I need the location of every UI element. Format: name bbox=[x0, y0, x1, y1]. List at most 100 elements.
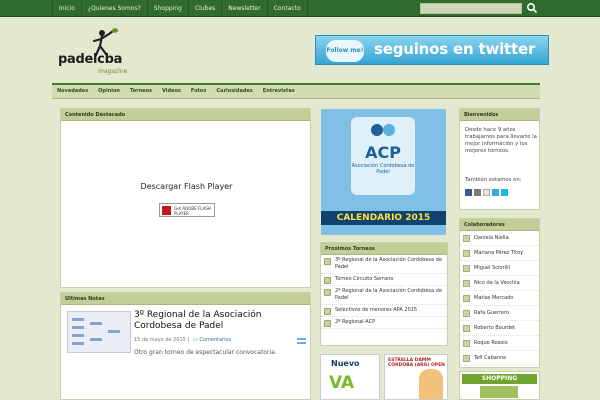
note-separator: | bbox=[187, 337, 190, 343]
calendar-icon bbox=[324, 308, 331, 315]
also-on-text: También estamos en: bbox=[465, 177, 522, 183]
collaborator-name: Nico de la Vecchia bbox=[474, 280, 520, 286]
collaborator-item[interactable]: Roberto Bourdet bbox=[460, 321, 539, 336]
topnav-contacto[interactable]: Contacto bbox=[268, 0, 308, 17]
tournament-label: 3º Regional de la Asociación Cordobesa d… bbox=[335, 257, 442, 270]
shopping-image bbox=[480, 386, 518, 398]
site-logo[interactable]: padelcba magazine bbox=[58, 28, 138, 76]
collaborator-item[interactable]: Miguel Sciorilli bbox=[460, 261, 539, 276]
acp-calendar-label: CALENDARIO 2015 bbox=[321, 211, 446, 225]
acp-calendar-banner[interactable]: ACP Asociación Cordobesa de Padel CALEND… bbox=[321, 109, 446, 235]
collaborator-item[interactable]: Tefi Cabanne bbox=[460, 351, 539, 366]
ad2-player-image bbox=[419, 369, 443, 399]
tournament-item[interactable]: Torneo Circuito Serrano bbox=[321, 274, 447, 286]
calendar-icon bbox=[324, 320, 331, 327]
search-icon bbox=[526, 2, 538, 14]
tournament-label: Torneo Circuito Serrano bbox=[335, 276, 394, 282]
top-nav: Inicio ¿Quienes Somos? Shopping Clubes N… bbox=[52, 0, 308, 17]
nav-videos[interactable]: Videos bbox=[157, 85, 186, 98]
nav-curiosidades[interactable]: Curiosidades bbox=[211, 85, 257, 98]
main-nav: Novedades Opinion Torneos Videos Fotos C… bbox=[52, 83, 540, 99]
tournament-label: 2º Regional de la Asociación Cordobesa d… bbox=[335, 288, 442, 301]
nav-opinion[interactable]: Opinion bbox=[93, 85, 125, 98]
topnav-inicio[interactable]: Inicio bbox=[52, 0, 82, 17]
collaborator-name: Matías Mercado bbox=[474, 295, 514, 301]
collaborators-panel: Colaboradores Daniela Niella Mariana Pér… bbox=[459, 218, 540, 368]
collaborator-name: Roque Roasio bbox=[474, 340, 508, 346]
nav-novedades[interactable]: Novedades bbox=[52, 85, 93, 98]
logo-name: padelcba bbox=[58, 52, 123, 67]
twitter-icon[interactable] bbox=[492, 189, 499, 196]
topnav-clubes[interactable]: Clubes bbox=[189, 0, 223, 17]
user-icon bbox=[463, 325, 470, 332]
adobe-icon bbox=[162, 206, 171, 215]
twitter-follow-badge: Follow me! bbox=[326, 40, 364, 62]
youtube-icon[interactable] bbox=[474, 189, 481, 196]
argentina-flag-icon bbox=[297, 338, 306, 344]
latest-notes-panel: Ultimas Notas 3º Regional de la Asociaci… bbox=[60, 292, 311, 400]
welcome-panel: Bienvenidos Desde hace 9 años trabajamos… bbox=[459, 108, 540, 210]
ad-cordoba-open[interactable]: ESTRELLA DAMM CÓRDOBA (ARG) OPEN bbox=[384, 354, 448, 400]
ad1-line1: Nuevo bbox=[331, 359, 360, 368]
nav-torneos[interactable]: Torneos bbox=[125, 85, 157, 98]
nav-fotos[interactable]: Fotos bbox=[186, 85, 211, 98]
facebook-icon[interactable] bbox=[465, 189, 472, 196]
acp-logo: ACP Asociación Cordobesa de Padel bbox=[351, 117, 415, 195]
collaborator-name: Tefi Cabanne bbox=[474, 355, 507, 361]
logo-tagline: magazine bbox=[98, 68, 128, 75]
welcome-heading: Bienvenidos bbox=[460, 109, 539, 121]
user-icon bbox=[463, 280, 470, 287]
featured-heading: Contenido Destacado bbox=[61, 109, 310, 121]
search-input[interactable] bbox=[420, 3, 522, 14]
flash-player-button[interactable]: Get ADOBE FLASH PLAYER bbox=[159, 203, 215, 217]
tournament-label: Selectivos de menores APA 2015 bbox=[335, 307, 418, 313]
collaborator-item[interactable]: Nico de la Vecchia bbox=[460, 276, 539, 291]
user-icon bbox=[463, 250, 470, 257]
flash-download-text[interactable]: Descargar Flash Player bbox=[61, 182, 312, 191]
racket-icon bbox=[371, 124, 395, 136]
calendar-icon bbox=[324, 258, 331, 265]
ad-nuevo-va[interactable]: Nuevo VA bbox=[320, 354, 380, 400]
user-icon bbox=[463, 295, 470, 302]
shopping-label: SHOPPING bbox=[462, 374, 537, 384]
flash-button-label: Get ADOBE FLASH PLAYER bbox=[174, 206, 211, 216]
collaborator-item[interactable]: Mariana Pérez Titoy bbox=[460, 246, 539, 261]
tournament-item[interactable]: 3º Regional de la Asociación Cordobesa d… bbox=[321, 255, 447, 274]
acp-abbr: ACP bbox=[365, 143, 401, 162]
twitter-banner[interactable]: Follow me! seguinos en twitter bbox=[315, 35, 549, 65]
collaborators-heading: Colaboradores bbox=[460, 219, 539, 231]
collaborator-item[interactable]: Matías Mercado bbox=[460, 291, 539, 306]
comment-icon: ▭ bbox=[193, 337, 198, 343]
collaborator-item[interactable]: Daniela Niella bbox=[460, 231, 539, 246]
note-date: 15 de mayo de 2015 | bbox=[134, 337, 189, 343]
user-icon bbox=[463, 310, 470, 317]
tournament-item[interactable]: 2º Regional ACP bbox=[321, 317, 447, 329]
collaborator-item[interactable]: Roque Roasio bbox=[460, 336, 539, 351]
collaborator-name: Roberto Bourdet bbox=[474, 325, 516, 331]
latest-notes-heading: Ultimas Notas bbox=[61, 293, 310, 305]
vimeo-icon[interactable] bbox=[501, 189, 508, 196]
tournament-item[interactable]: 2º Regional de la Asociación Cordobesa d… bbox=[321, 286, 447, 305]
note-comments-link[interactable]: ▭ Comentarios bbox=[193, 337, 231, 343]
tournaments-heading: Proximos Torneos bbox=[321, 243, 447, 255]
calendar-icon bbox=[324, 277, 331, 284]
note-date-text: 15 de mayo de 2015 bbox=[134, 337, 186, 343]
topnav-quienes-somos[interactable]: ¿Quienes Somos? bbox=[82, 0, 148, 17]
note-title[interactable]: 3º Regional de la Asociación Cordobesa d… bbox=[134, 310, 304, 332]
note-thumbnail[interactable] bbox=[67, 311, 131, 353]
topnav-shopping[interactable]: Shopping bbox=[148, 0, 189, 17]
tournament-item[interactable]: Selectivos de menores APA 2015 bbox=[321, 305, 447, 317]
email-icon[interactable] bbox=[483, 189, 490, 196]
welcome-text: Desde hace 9 años trabajamos para llevar… bbox=[465, 127, 537, 154]
calendar-icon bbox=[324, 289, 331, 296]
user-icon bbox=[463, 235, 470, 242]
topnav-newsletter[interactable]: Newsletter bbox=[222, 0, 268, 17]
search-button[interactable] bbox=[526, 2, 538, 14]
collaborator-item[interactable]: Rafa Guerrero bbox=[460, 306, 539, 321]
user-icon bbox=[463, 340, 470, 347]
nav-entrevistas[interactable]: Entrevistas bbox=[258, 85, 300, 98]
collaborator-name: Miguel Sciorilli bbox=[474, 265, 511, 271]
note-description: Otro gran torneo de espectacular convoca… bbox=[134, 349, 277, 356]
shopping-banner[interactable]: SHOPPING bbox=[459, 371, 540, 400]
twitter-banner-text: seguinos en twitter bbox=[374, 40, 536, 58]
